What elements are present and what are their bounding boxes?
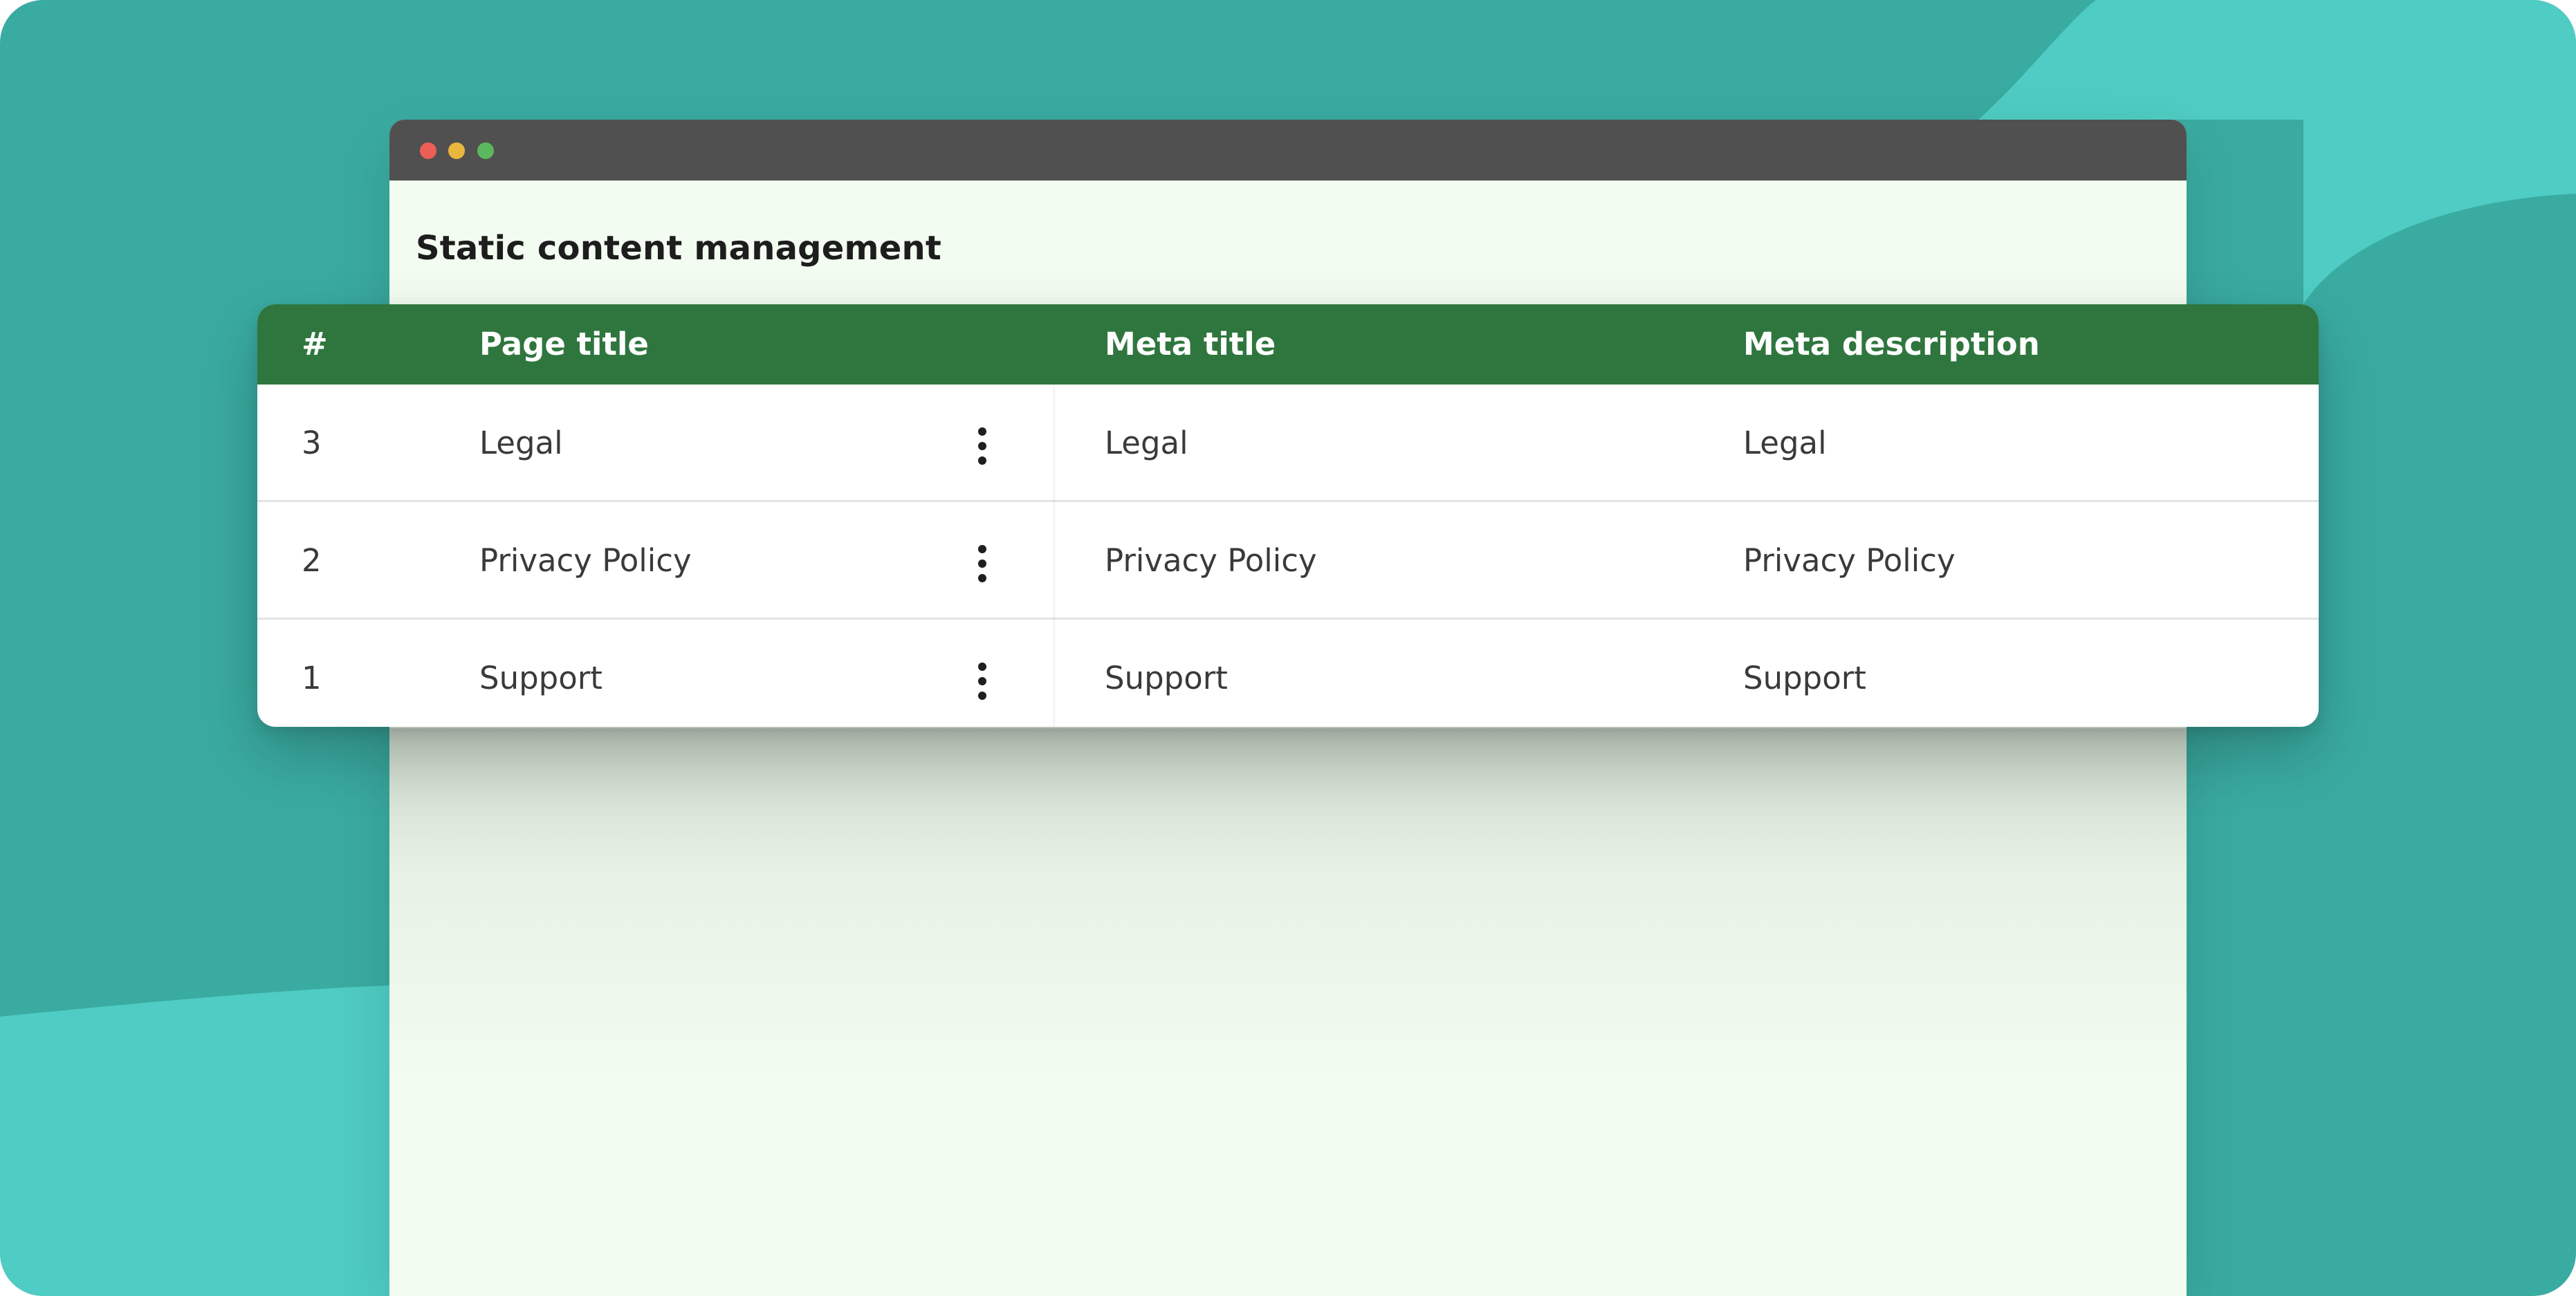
cell-meta-description: Support bbox=[1743, 660, 1866, 696]
cell-page-title: Legal bbox=[479, 425, 563, 461]
minimize-window-dot[interactable] bbox=[448, 142, 465, 159]
cell-number: 2 bbox=[302, 542, 322, 579]
maximize-window-dot[interactable] bbox=[477, 142, 494, 159]
window-titlebar bbox=[389, 120, 2187, 180]
header-number: # bbox=[302, 326, 328, 362]
cell-meta-description: Legal bbox=[1743, 425, 1827, 461]
header-meta-title: Meta title bbox=[1105, 326, 1276, 362]
cell-meta-title: Legal bbox=[1105, 425, 1188, 461]
cell-meta-title: Privacy Policy bbox=[1105, 542, 1317, 579]
background-canvas: Static content management # Page title M… bbox=[0, 0, 2576, 1296]
cell-page-title: Privacy Policy bbox=[479, 542, 692, 579]
cell-number: 3 bbox=[302, 425, 322, 461]
page-title: Static content management bbox=[416, 229, 941, 268]
column-divider bbox=[1053, 385, 1056, 727]
more-vertical-icon[interactable] bbox=[974, 663, 991, 700]
cell-meta-description: Privacy Policy bbox=[1743, 542, 1956, 579]
table-row[interactable]: 3 Legal Legal Legal bbox=[257, 385, 2319, 502]
table-header: # Page title Meta title Meta description bbox=[257, 304, 2319, 385]
header-page-title: Page title bbox=[479, 326, 649, 362]
more-vertical-icon[interactable] bbox=[974, 545, 991, 582]
close-window-dot[interactable] bbox=[420, 142, 436, 159]
cell-meta-title: Support bbox=[1105, 660, 1228, 696]
table-row[interactable]: 1 Support Support Support bbox=[257, 620, 2319, 727]
more-vertical-icon[interactable] bbox=[974, 427, 991, 465]
content-shadow bbox=[389, 728, 2187, 1088]
static-content-table: # Page title Meta title Meta description… bbox=[257, 304, 2319, 727]
table-row[interactable]: 2 Privacy Policy Privacy Policy Privacy … bbox=[257, 502, 2319, 620]
header-meta-description: Meta description bbox=[1743, 326, 2040, 362]
cell-page-title: Support bbox=[479, 660, 602, 696]
cell-number: 1 bbox=[302, 660, 322, 696]
